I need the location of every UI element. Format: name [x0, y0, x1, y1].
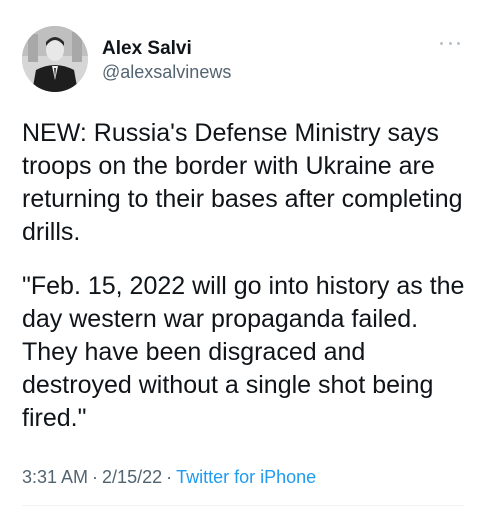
tweet-time[interactable]: 3:31 AM — [22, 467, 88, 487]
tweet-metadata: 3:31 AM · 2/15/22 · Twitter for iPhone — [22, 467, 316, 488]
tweet-text-paragraph-1: NEW: Russia's Defense Ministry says troo… — [22, 119, 463, 246]
author-avatar[interactable] — [22, 26, 88, 92]
tweet-source-link[interactable]: Twitter for iPhone — [176, 467, 316, 487]
tweet-card: Alex Salvi @alexsalvinews NEW: Russia's … — [0, 0, 486, 520]
tweet-text-paragraph-2: "Feb. 15, 2022 will go into history as t… — [22, 272, 465, 432]
author-handle[interactable]: @alexsalvinews — [102, 62, 231, 83]
tweet-date[interactable]: 2/15/22 — [102, 467, 162, 487]
divider — [22, 505, 464, 506]
dot — [457, 41, 460, 45]
dot — [448, 41, 452, 45]
author-display-name[interactable]: Alex Salvi — [102, 38, 192, 60]
avatar-photo-icon — [22, 26, 88, 92]
separator: · — [166, 467, 173, 487]
dot — [440, 41, 443, 45]
more-options-icon[interactable] — [440, 38, 460, 48]
separator: · — [92, 467, 99, 487]
